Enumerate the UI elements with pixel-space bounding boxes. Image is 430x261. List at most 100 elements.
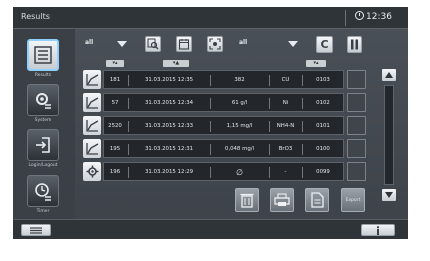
row-id: 196 [109,169,121,175]
export-label: Export [345,197,361,203]
info-button[interactable] [361,224,395,236]
timer-button[interactable] [27,175,59,207]
document-button[interactable] [305,188,329,212]
row-type-button[interactable] [83,93,101,112]
chevron-down-icon[interactable] [288,41,298,47]
row-type-button[interactable] [83,116,101,135]
measurement-chart-icon [85,120,98,132]
sidebar: Results System Login/Logout Timer [13,29,75,219]
login-logout-icon [36,137,50,153]
system-gear-icon [36,93,51,109]
sidebar-item-system[interactable]: System [23,84,63,123]
clear-button[interactable]: C [316,36,333,53]
row-datetime: 31.03.2015 12:33 [144,123,194,129]
column-divider [269,121,270,132]
clock-icon [355,11,364,20]
calendar-button[interactable] [176,36,192,52]
login-logout-button[interactable] [27,129,59,161]
row-value: 61 g/l [231,100,248,106]
print-button[interactable] [270,188,294,212]
clear-label: C [320,38,329,51]
row-id: 2520 [108,123,122,129]
document-icon [310,192,324,208]
column-divider [210,121,211,132]
sidebar-item-label: System [34,118,52,123]
column-divider [128,167,129,178]
filter-2-value[interactable]: all [239,39,247,46]
column-divider [302,75,303,86]
clock-time: 12:36 [366,12,392,22]
scroll-track[interactable] [384,85,394,185]
table-row[interactable]: 2520 31.03.2015 12:33 1,15 mg/l NH4-N 01… [83,116,367,137]
row-type-button[interactable] [83,70,101,89]
column-divider [128,121,129,132]
row-type-button[interactable] [83,139,101,158]
measurement-chart-icon [85,97,98,109]
row-id: 57 [111,100,119,106]
row-datetime: 31.03.2015 12:35 [144,77,194,83]
column-divider [128,144,129,155]
delete-button[interactable] [235,188,259,212]
row-parameter: NH4-N [276,123,295,129]
table-row[interactable]: 196 31.03.2015 12:29 ∅ - 0099 [83,162,367,183]
system-button[interactable] [27,84,59,116]
title-divider [345,10,346,26]
row-datetime: 31.03.2015 12:34 [144,100,194,106]
page-title: Results [21,12,50,21]
table-row[interactable]: 195 31.03.2015 12:31 0,048 mg/l BrO3 010… [83,139,367,160]
results-button[interactable] [27,39,59,71]
sort-code-button[interactable]: ▾▴ [306,60,326,67]
row-id: 181 [109,77,121,83]
scroll-up-button[interactable] [382,69,396,81]
printer-icon [274,193,290,206]
column-divider [128,98,129,109]
sort-date-button[interactable]: ▾▲ [163,60,189,67]
sidebar-item-timer[interactable]: Timer [23,175,63,214]
row-datetime: 31.03.2015 12:29 [144,169,194,175]
export-button[interactable]: Export [341,188,365,212]
row-checkbox[interactable] [347,116,366,135]
trash-icon [240,193,254,208]
row-value: 1,15 mg/l [226,123,253,129]
row-parameter: BrO3 [278,146,293,152]
row-type-button[interactable] [83,162,101,181]
row-code: 0100 [316,146,330,152]
chevron-down-icon[interactable] [117,41,127,47]
sort-id-button[interactable]: ▾▴ [106,60,124,67]
pause-button[interactable] [347,36,362,53]
column-divider [302,167,303,178]
scroll-down-button[interactable] [382,189,396,201]
column-divider [210,167,211,178]
table-row[interactable]: 57 31.03.2015 12:34 61 g/l Ni 0102 [83,93,367,114]
filter-1-value[interactable]: all [85,39,93,46]
measurement-chart-icon [85,143,98,155]
search-button[interactable] [145,36,161,52]
row-checkbox[interactable] [347,139,366,158]
row-datetime: 31.03.2015 12:31 [144,146,194,152]
column-divider [210,75,211,86]
column-divider [210,144,211,155]
row-value: 382 [234,77,245,83]
sidebar-item-label: Login/Logout [28,163,58,168]
row-checkbox[interactable] [347,162,366,181]
scrollbar[interactable] [382,69,396,201]
menu-button[interactable] [21,224,51,236]
row-checkbox[interactable] [347,70,366,89]
row-value: 0,048 mg/l [224,146,255,152]
column-divider [302,121,303,132]
row-parameter: Ni [282,100,289,106]
expand-icon [209,38,221,50]
row-parameter: - [284,169,287,175]
search-icon [147,38,159,50]
select-all-button[interactable] [207,36,223,52]
row-code: 0099 [316,169,330,175]
row-code: 0102 [316,100,330,106]
row-data: 2520 31.03.2015 12:33 1,15 mg/l NH4-N 01… [103,116,344,135]
chevron-up-icon [385,72,393,78]
results-table: 181 31.03.2015 12:35 382 CU 0103 57 31.0… [83,70,367,185]
info-icon [376,225,380,235]
sidebar-item-login-logout[interactable]: Login/Logout [23,129,63,168]
row-checkbox[interactable] [347,93,366,112]
table-row[interactable]: 181 31.03.2015 12:35 382 CU 0103 [83,70,367,91]
sidebar-item-results[interactable]: Results [23,39,63,78]
